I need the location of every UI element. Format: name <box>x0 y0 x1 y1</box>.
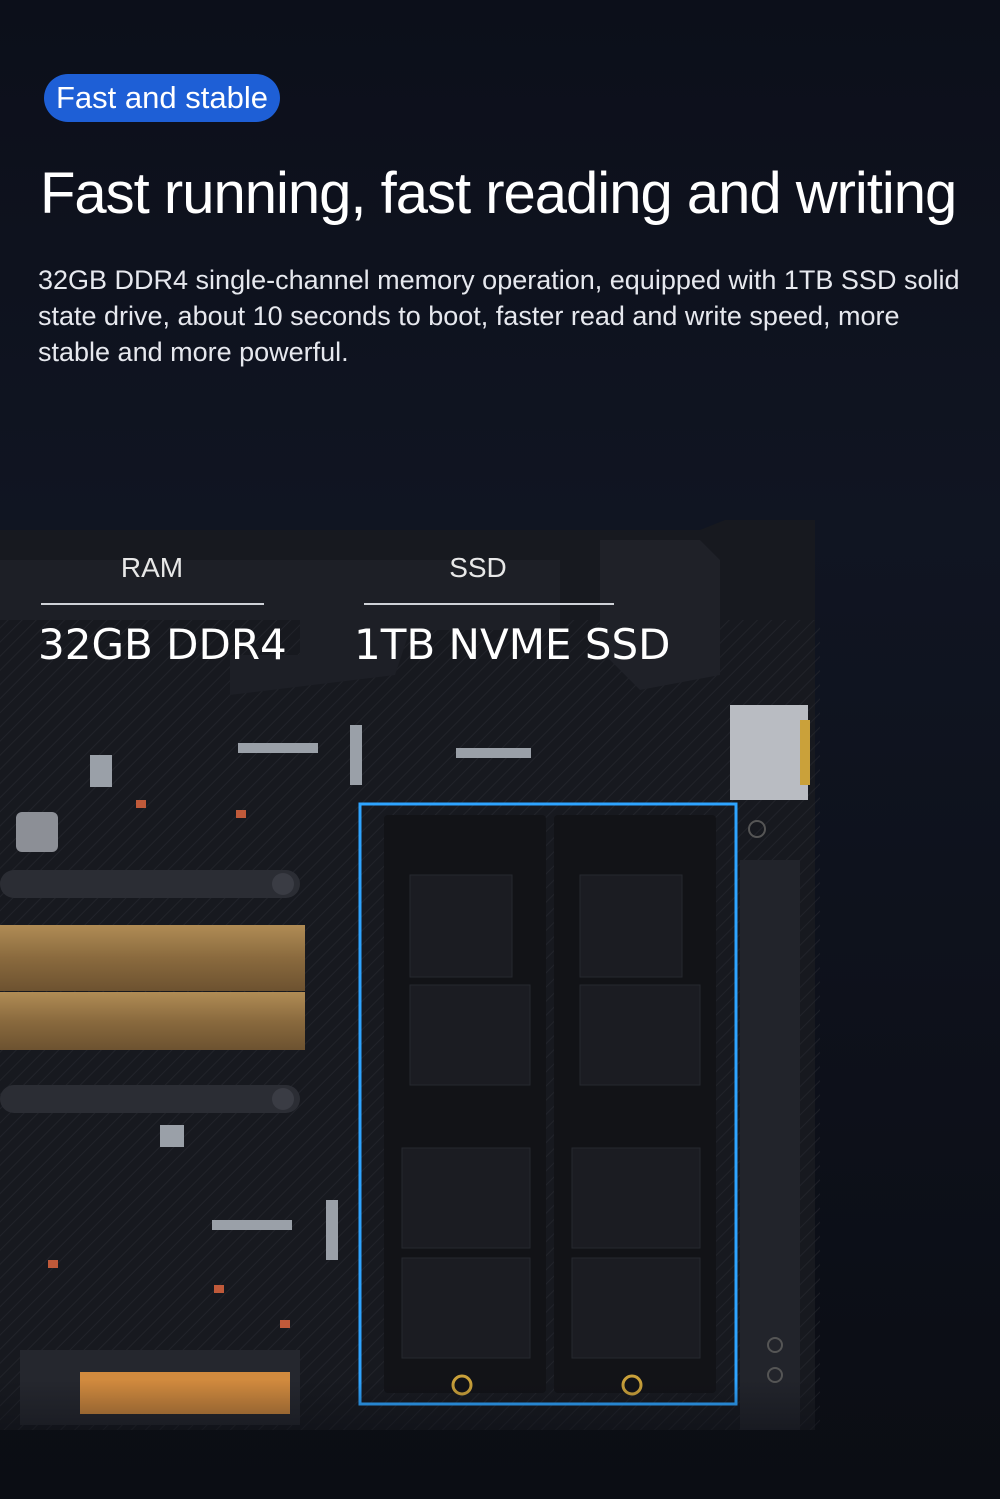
spec-label-ssd: SSD <box>449 552 507 583</box>
headline: Fast running, fast reading and writing <box>40 161 957 226</box>
feature-badge: Fast and stable <box>44 74 280 122</box>
spec-divider-ssd <box>364 603 614 605</box>
spec-value-ram: 32GB DDR4 <box>38 620 287 669</box>
spec-divider-ram <box>41 603 264 605</box>
spec-value-ssd: 1TB NVME SSD <box>354 620 671 669</box>
description: 32GB DDR4 single-channel memory operatio… <box>38 265 960 367</box>
spec-label-ram: RAM <box>120 552 184 583</box>
